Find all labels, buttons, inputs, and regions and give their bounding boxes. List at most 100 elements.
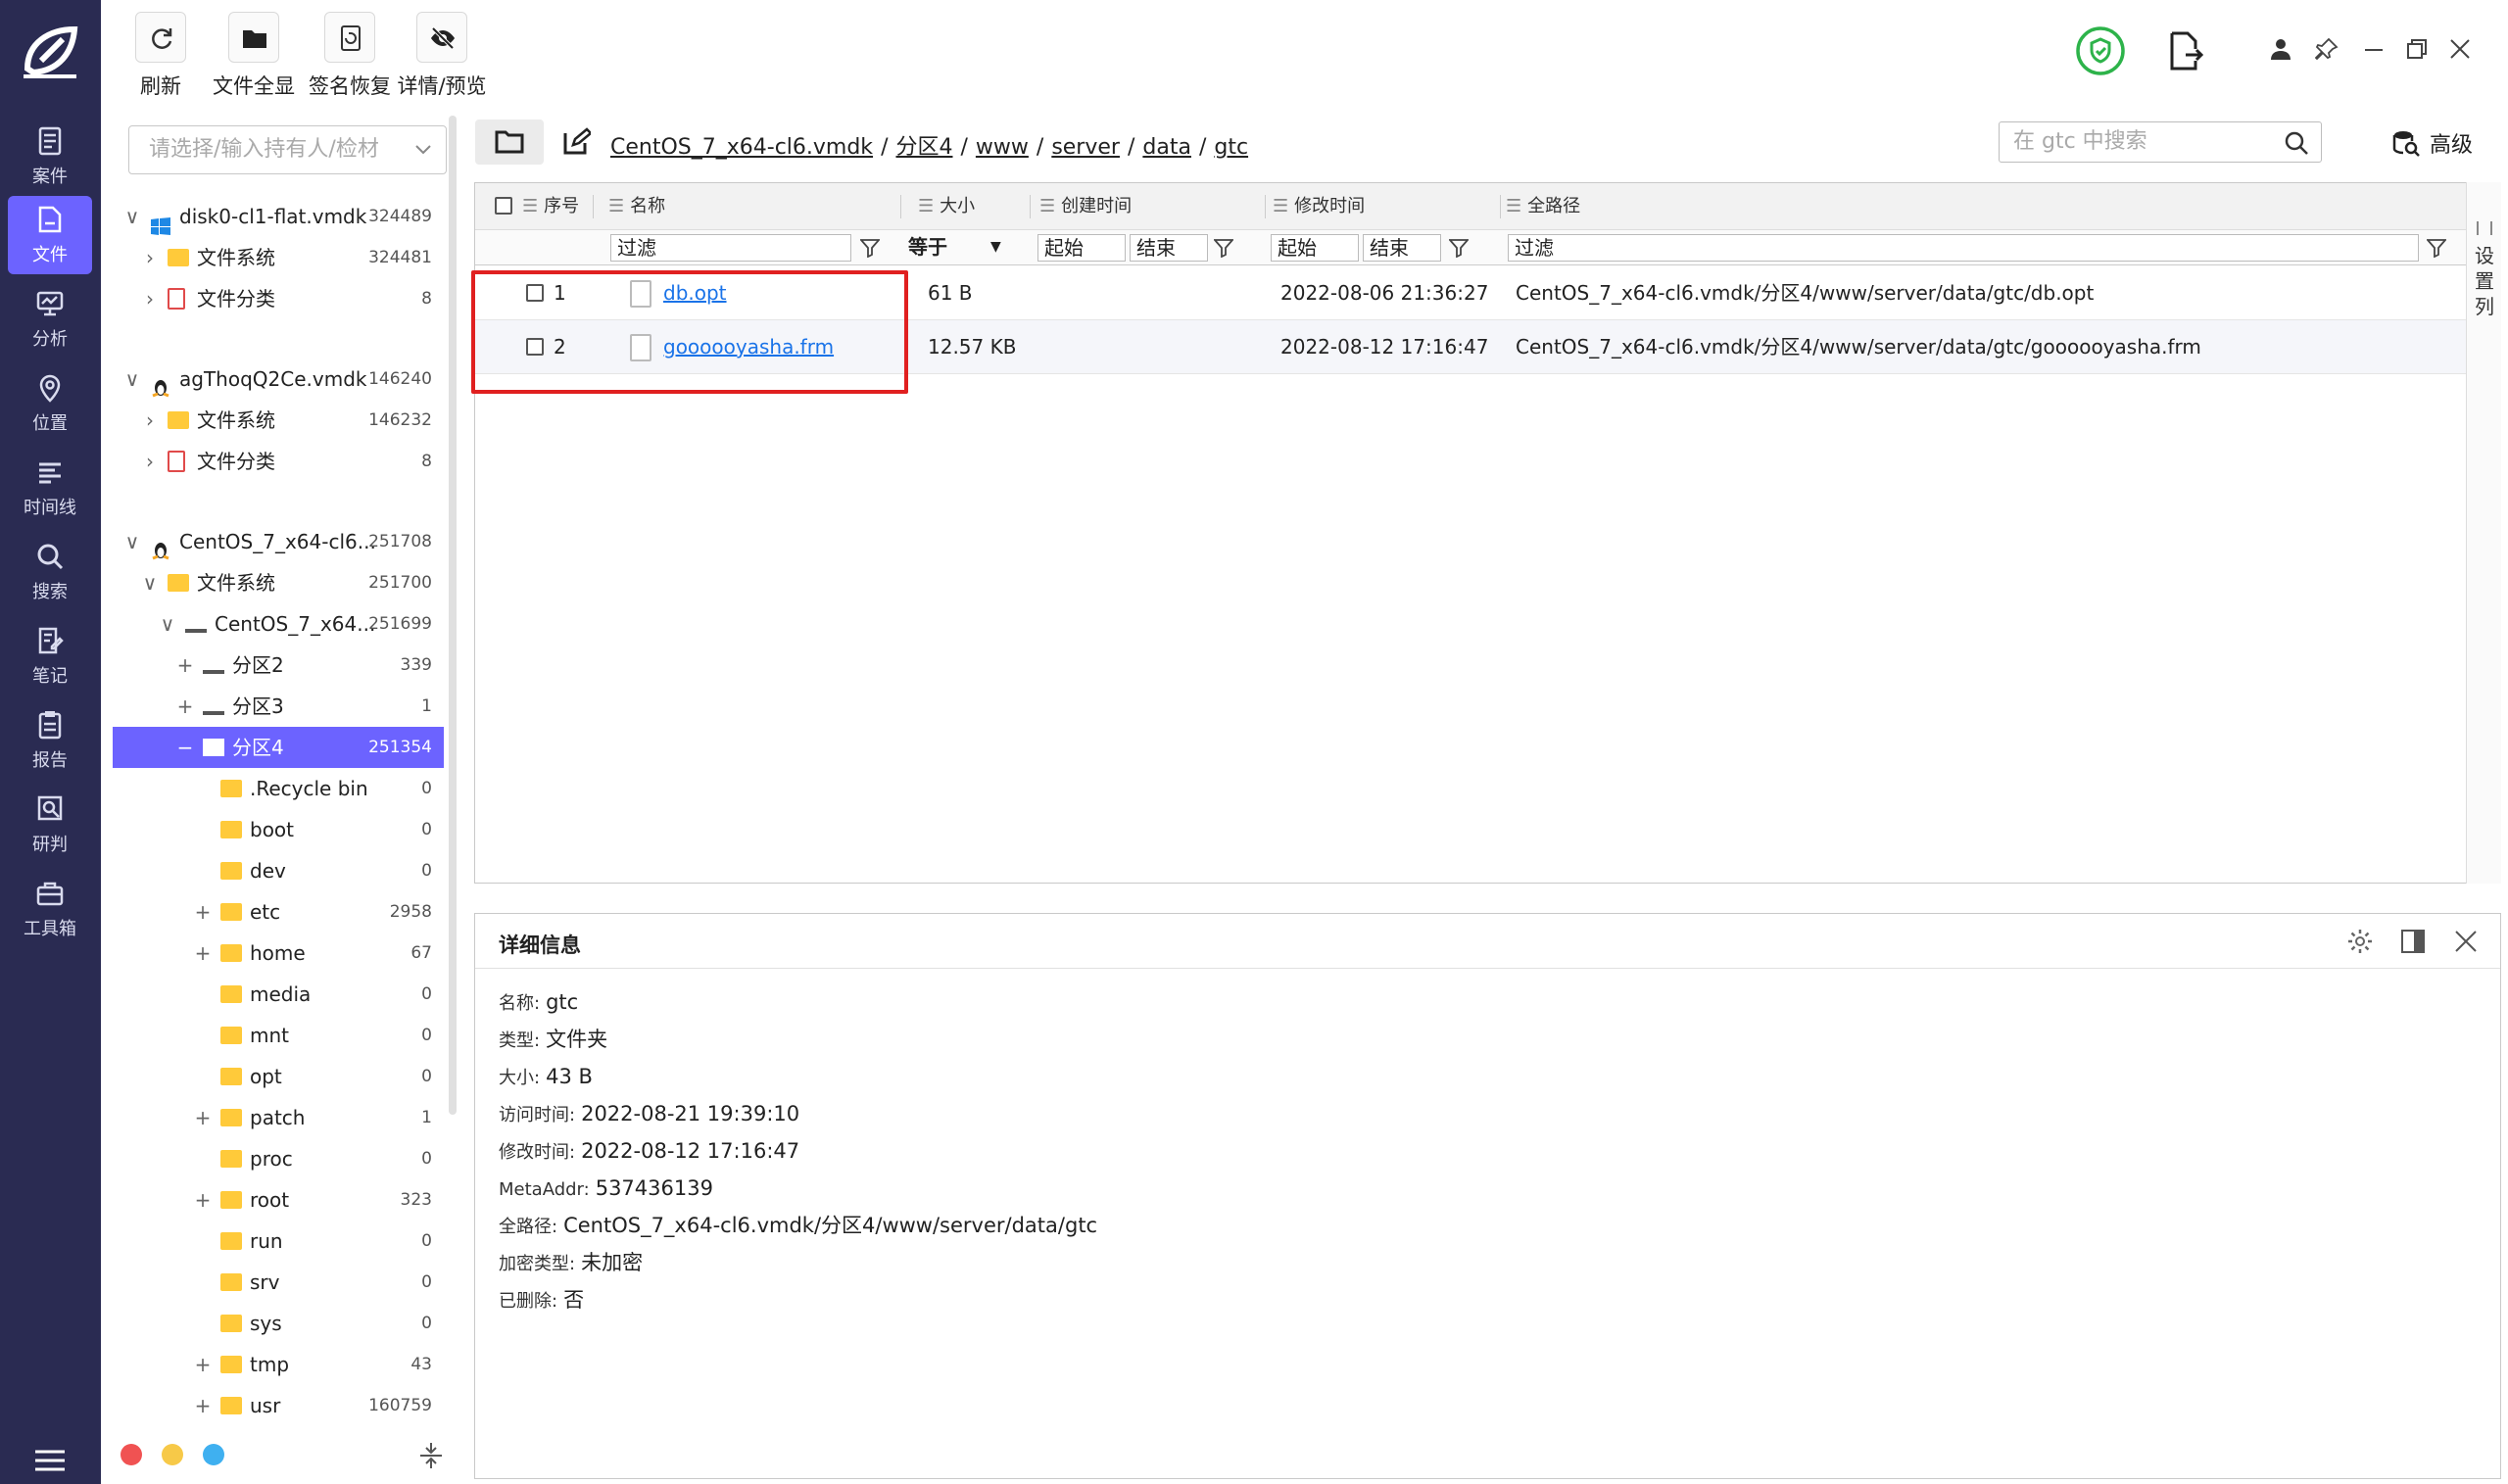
restore-icon[interactable] [2405, 37, 2429, 61]
show-all-files-button[interactable]: 文件全显 [205, 12, 303, 102]
tree-item[interactable]: mnt 0 [113, 1015, 444, 1056]
expand-icon[interactable]: + [193, 1385, 213, 1426]
rail-item-judge[interactable]: 研判 [8, 786, 92, 864]
rail-item-location[interactable]: 位置 [8, 364, 92, 443]
chevron-icon[interactable]: ∨ [122, 196, 142, 237]
tree-item[interactable]: media 0 [113, 974, 444, 1015]
created-end-input[interactable]: 结束 [1130, 234, 1208, 262]
breadcrumb-item[interactable]: 分区4 [895, 135, 952, 160]
expand-icon[interactable]: + [193, 1179, 213, 1221]
pin-icon[interactable] [2315, 37, 2339, 61]
tree-item[interactable]: ∨ agThoqQ2Ce.vmdk 146240 [113, 359, 444, 400]
rail-item-file[interactable]: 文件 [8, 196, 92, 274]
tree-item[interactable]: + 分区3 1 [113, 686, 444, 727]
created-start-input[interactable]: 起始 [1037, 234, 1126, 262]
tree-item[interactable]: + tmp 43 [113, 1344, 444, 1385]
edit-path-icon[interactable] [561, 127, 591, 157]
chevron-icon[interactable]: ∨ [122, 521, 142, 562]
filter-icon[interactable] [1214, 238, 1233, 258]
rail-item-timeline[interactable]: 时间线 [8, 449, 92, 527]
tree-item[interactable]: − 分区4 251354 [113, 727, 444, 768]
detail-preview-button[interactable]: 详情/预览 [391, 12, 493, 102]
fullpath-filter-input[interactable]: 过滤 [1508, 234, 2419, 262]
tree-item[interactable]: ∨ CentOS_7_x64-cl6... 251708 [113, 521, 444, 562]
tree-item[interactable]: + usr 160759 [113, 1385, 444, 1426]
collapse-all-icon[interactable] [416, 1441, 446, 1470]
tree-item[interactable]: + etc 2958 [113, 891, 444, 933]
rail-item-case[interactable]: 案件 [8, 118, 92, 196]
tree-item[interactable]: srv 0 [113, 1262, 444, 1303]
tree-item[interactable]: + root 323 [113, 1179, 444, 1221]
tree-item[interactable]: › 文件系统 324481 [113, 237, 444, 278]
tree-item[interactable]: run 0 [113, 1221, 444, 1262]
chevron-icon[interactable]: ∨ [140, 562, 160, 603]
breadcrumb-item[interactable]: CentOS_7_x64-cl6.vmdk [610, 135, 873, 160]
rail-item-toolbox[interactable]: 工具箱 [8, 870, 92, 948]
tree-scrollbar[interactable] [449, 116, 457, 1115]
size-operator-select[interactable]: 等于 ▼ [902, 234, 1010, 262]
tree-item[interactable]: opt 0 [113, 1056, 444, 1097]
close-icon[interactable] [2452, 928, 2480, 955]
tree-item[interactable]: ∨ 文件系统 251700 [113, 562, 444, 603]
breadcrumb-item[interactable]: gtc [1214, 135, 1248, 160]
tree-item[interactable]: ∨ CentOS_7_x64... 251699 [113, 603, 444, 645]
expand-icon[interactable]: + [193, 1097, 213, 1138]
tree-item[interactable]: › 文件分类 8 [113, 278, 444, 319]
rail-item-search[interactable]: 搜索 [8, 533, 92, 611]
expand-icon[interactable]: + [175, 645, 195, 686]
rail-item-analysis[interactable]: 分析 [8, 280, 92, 359]
filter-icon[interactable] [1449, 238, 1469, 258]
chevron-icon[interactable]: ∨ [122, 359, 142, 400]
signature-recover-button[interactable]: 签名恢复 [301, 12, 399, 102]
filter-icon[interactable] [2427, 238, 2446, 258]
open-folder-button[interactable] [475, 120, 544, 165]
tree-item[interactable]: › 文件系统 146232 [113, 400, 444, 441]
expand-icon[interactable]: + [193, 1344, 213, 1385]
user-icon[interactable] [2269, 37, 2292, 61]
column-header-fullpath[interactable]: ☰ 全路径 [1506, 183, 1580, 230]
tree-item[interactable]: boot 0 [113, 809, 444, 850]
tree-item[interactable]: ∨ disk0-cl1-flat.vmdk 324489 [113, 196, 444, 237]
hamburger-menu-icon[interactable] [35, 1450, 65, 1471]
advanced-search-button[interactable]: 高级 [2392, 127, 2473, 159]
modified-end-input[interactable]: 结束 [1363, 234, 1441, 262]
tree-item[interactable]: dev 0 [113, 850, 444, 891]
name-filter-input[interactable]: 过滤 [610, 234, 851, 262]
chevron-icon[interactable]: ∨ [158, 603, 177, 645]
shield-status-icon[interactable] [2075, 25, 2126, 76]
column-header-index[interactable]: ☰ 序号 [522, 183, 579, 230]
tree-item[interactable]: + home 67 [113, 933, 444, 974]
search-input[interactable]: 在 gtc 中搜索 [1999, 121, 2322, 163]
gear-icon[interactable] [2346, 928, 2374, 955]
breadcrumb-item[interactable]: data [1142, 135, 1191, 160]
tree-item[interactable]: sys 0 [113, 1303, 444, 1344]
evidence-selector[interactable]: 请选择/输入持有人/检材 [128, 125, 447, 174]
column-header-modified[interactable]: ☰ 修改时间 [1273, 183, 1365, 230]
column-header-size[interactable]: ☰ 大小 [918, 183, 975, 230]
rail-item-report[interactable]: 报告 [8, 701, 92, 780]
breadcrumb-item[interactable]: www [976, 135, 1029, 160]
modified-start-input[interactable]: 起始 [1271, 234, 1359, 262]
expand-icon[interactable]: + [193, 891, 213, 933]
expand-icon[interactable]: + [175, 686, 195, 727]
tree-item[interactable]: › 文件分类 8 [113, 441, 444, 482]
panel-layout-icon[interactable] [2399, 928, 2427, 955]
expand-icon[interactable]: + [193, 933, 213, 974]
column-header-name[interactable]: ☰ 名称 [608, 183, 665, 230]
breadcrumb-item[interactable]: server [1051, 135, 1120, 160]
chevron-icon[interactable]: › [140, 278, 160, 319]
chevron-icon[interactable]: › [140, 441, 160, 482]
tree-item[interactable]: .Recycle bin 0 [113, 768, 444, 809]
close-icon[interactable] [2448, 37, 2472, 61]
tree-item[interactable]: proc 0 [113, 1138, 444, 1179]
column-settings-tab[interactable]: 设置列 [2466, 182, 2501, 884]
filter-icon[interactable] [860, 238, 880, 258]
collapse-icon[interactable]: − [175, 727, 195, 768]
select-all-checkbox[interactable] [495, 197, 512, 215]
export-icon[interactable] [2168, 31, 2203, 71]
chevron-icon[interactable]: › [140, 400, 160, 441]
refresh-button[interactable]: 刷新 [130, 12, 191, 102]
rail-item-notes[interactable]: 笔记 [8, 617, 92, 695]
minimize-icon[interactable] [2362, 37, 2386, 61]
chevron-icon[interactable]: › [140, 237, 160, 278]
